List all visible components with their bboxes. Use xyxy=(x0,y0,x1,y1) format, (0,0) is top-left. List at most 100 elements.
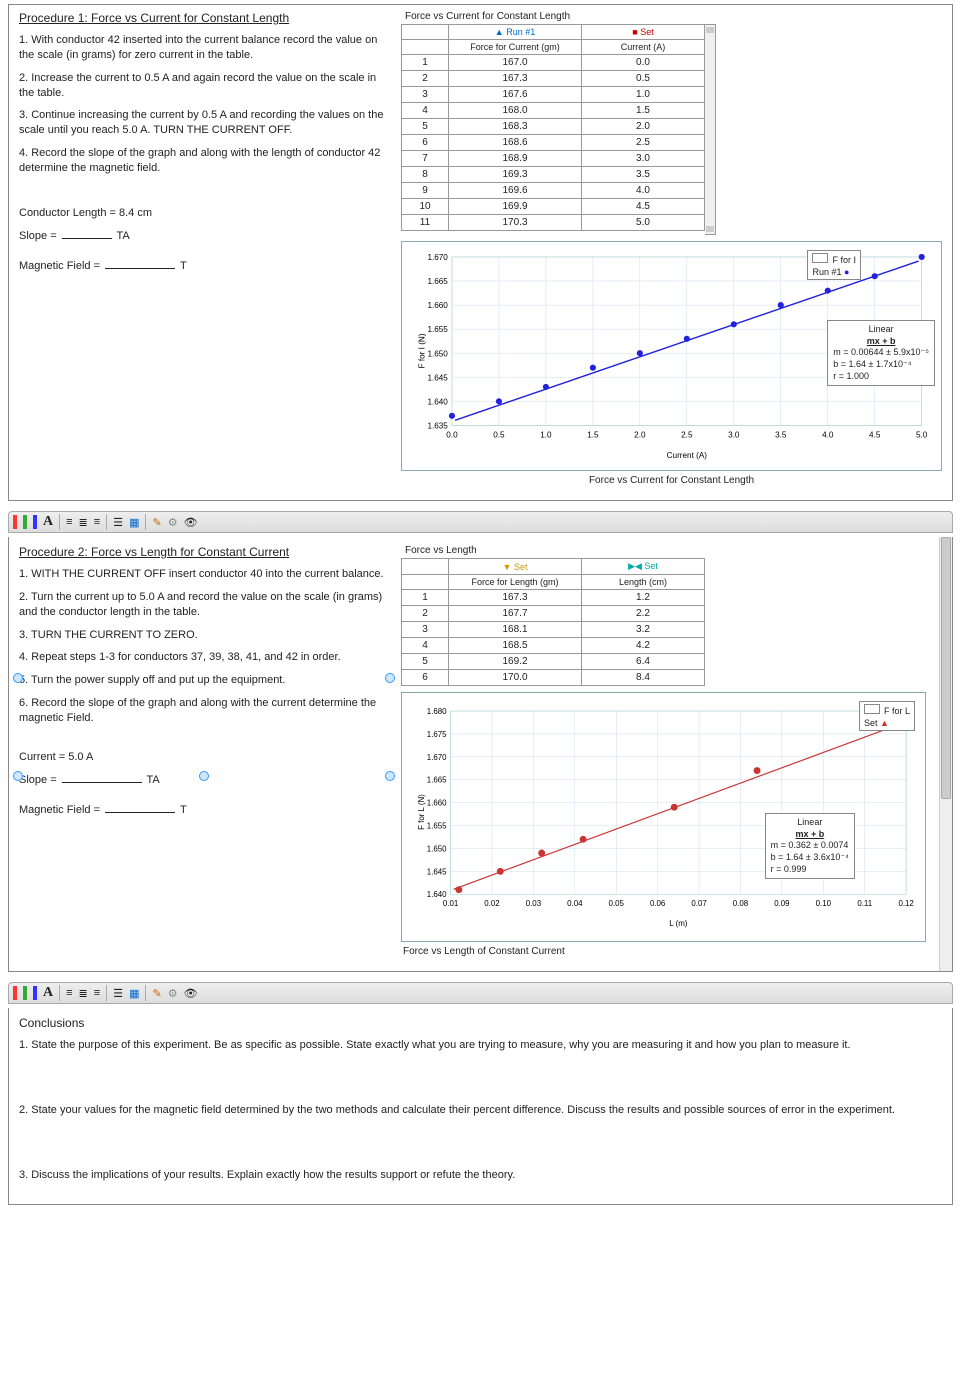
table-cell[interactable]: 10 xyxy=(402,199,449,215)
color-red-icon[interactable] xyxy=(13,515,17,529)
gear-icon[interactable]: ⚙ xyxy=(168,516,178,529)
color-green-icon[interactable] xyxy=(23,986,27,1000)
table-cell[interactable]: 169.3 xyxy=(449,167,582,183)
conclusions-section[interactable]: Conclusions 1. State the purpose of this… xyxy=(8,1008,953,1205)
chart1-legend[interactable]: F for I Run #1 ● xyxy=(807,250,861,280)
table-cell[interactable]: 3.5 xyxy=(582,167,705,183)
table-cell[interactable]: 4 xyxy=(402,103,449,119)
list-icon[interactable]: ☰ xyxy=(113,987,123,1000)
table-cell[interactable]: 8.4 xyxy=(582,670,705,686)
table-cell[interactable]: 169.6 xyxy=(449,183,582,199)
table-cell[interactable]: 168.3 xyxy=(449,119,582,135)
table-cell[interactable]: 2.5 xyxy=(582,135,705,151)
table-cell[interactable]: 2 xyxy=(402,71,449,87)
align-right-icon[interactable]: ≡ xyxy=(94,987,100,999)
table-cell[interactable]: 1 xyxy=(402,55,449,71)
table-cell[interactable]: 1.2 xyxy=(582,590,705,606)
color-blue-icon[interactable] xyxy=(33,986,37,1000)
table-row[interactable]: 2167.72.2 xyxy=(402,606,705,622)
section2-scrollbar[interactable] xyxy=(939,537,952,971)
chart2-fitbox[interactable]: Linear mx + b m = 0.362 ± 0.0074 b = 1.6… xyxy=(765,813,855,879)
table-cell[interactable]: 168.9 xyxy=(449,151,582,167)
table-cell[interactable]: 0.0 xyxy=(582,55,705,71)
align-center-icon[interactable]: ≣ xyxy=(79,987,88,1000)
table-row[interactable]: 5168.32.0 xyxy=(402,119,705,135)
table-cell[interactable]: 7 xyxy=(402,151,449,167)
magfield-blank[interactable] xyxy=(105,268,175,269)
chart2-legend[interactable]: F for L Set ▲ xyxy=(859,701,915,731)
table-cell[interactable]: 3.0 xyxy=(582,151,705,167)
align-center-icon[interactable]: ≣ xyxy=(79,516,88,529)
table-force-length[interactable]: ▼ Set ▶◀ Set Force for Length (gm)Length… xyxy=(401,558,705,686)
table-cell[interactable]: 6 xyxy=(402,670,449,686)
image-icon[interactable]: ▦ xyxy=(129,516,139,529)
table-cell[interactable]: 5 xyxy=(402,119,449,135)
table-cell[interactable]: 168.0 xyxy=(449,103,582,119)
table-cell[interactable]: 4 xyxy=(402,638,449,654)
font-button[interactable]: A xyxy=(43,985,53,1001)
slope-blank[interactable] xyxy=(62,238,112,239)
table-cell[interactable]: 6 xyxy=(402,135,449,151)
table-cell[interactable]: 168.6 xyxy=(449,135,582,151)
table-cell[interactable]: 168.1 xyxy=(449,622,582,638)
selection-handle[interactable] xyxy=(385,673,395,683)
table-cell[interactable]: 3.2 xyxy=(582,622,705,638)
table-row[interactable]: 5169.26.4 xyxy=(402,654,705,670)
table-cell[interactable]: 6.4 xyxy=(582,654,705,670)
table-cell[interactable]: 167.7 xyxy=(449,606,582,622)
color-red-icon[interactable] xyxy=(13,986,17,1000)
table-cell[interactable]: 170.3 xyxy=(449,215,582,231)
table-cell[interactable]: 4.5 xyxy=(582,199,705,215)
table-row[interactable]: 6170.08.4 xyxy=(402,670,705,686)
table-cell[interactable]: 3 xyxy=(402,622,449,638)
table-cell[interactable]: 170.0 xyxy=(449,670,582,686)
magfield-blank[interactable] xyxy=(105,812,175,813)
table-row[interactable]: 8169.33.5 xyxy=(402,167,705,183)
table1-scrollbar[interactable] xyxy=(705,24,716,235)
table-row[interactable]: 3167.61.0 xyxy=(402,87,705,103)
table-cell[interactable]: 168.5 xyxy=(449,638,582,654)
list-icon[interactable]: ☰ xyxy=(113,516,123,529)
table-row[interactable]: 1167.31.2 xyxy=(402,590,705,606)
table-row[interactable]: 10169.94.5 xyxy=(402,199,705,215)
table-cell[interactable]: 1.5 xyxy=(582,103,705,119)
chart-force-current[interactable]: 1.6701.6651.6601.6551.6501.6451.6401.635… xyxy=(401,241,942,471)
table-cell[interactable]: 3 xyxy=(402,87,449,103)
edit-toolbar-2[interactable]: A ≡ ≣ ≡ ☰ ▦ ✎ ⚙ 👁 xyxy=(8,982,953,1004)
slope-blank[interactable] xyxy=(62,782,142,783)
align-left-icon[interactable]: ≡ xyxy=(66,987,72,999)
table-row[interactable]: 7168.93.0 xyxy=(402,151,705,167)
table-cell[interactable]: 4.2 xyxy=(582,638,705,654)
eye-icon[interactable]: 👁 xyxy=(184,987,198,1000)
font-button[interactable]: A xyxy=(43,514,53,530)
table-row[interactable]: 2167.30.5 xyxy=(402,71,705,87)
table-row[interactable]: 9169.64.0 xyxy=(402,183,705,199)
table-cell[interactable]: 5 xyxy=(402,654,449,670)
chart1-fitbox[interactable]: Linear mx + b m = 0.00644 ± 5.9x10⁻⁵ b =… xyxy=(827,320,935,386)
align-right-icon[interactable]: ≡ xyxy=(94,516,100,528)
table-cell[interactable]: 169.9 xyxy=(449,199,582,215)
color-green-icon[interactable] xyxy=(23,515,27,529)
table-cell[interactable]: 0.5 xyxy=(582,71,705,87)
table-row[interactable]: 4168.01.5 xyxy=(402,103,705,119)
table-force-current[interactable]: ▲ Run #1 ■ Set Force for Current (gm)Cur… xyxy=(401,24,705,231)
image-icon[interactable]: ▦ xyxy=(129,987,139,1000)
chart-force-length[interactable]: 1.6801.6751.6701.6651.6601.6551.6501.645… xyxy=(401,692,926,942)
selection-handle[interactable] xyxy=(13,771,23,781)
table-cell[interactable]: 5.0 xyxy=(582,215,705,231)
table-cell[interactable]: 1 xyxy=(402,590,449,606)
align-left-icon[interactable]: ≡ xyxy=(66,516,72,528)
table-cell[interactable]: 2.0 xyxy=(582,119,705,135)
table-cell[interactable]: 167.3 xyxy=(449,71,582,87)
table-cell[interactable]: 2 xyxy=(402,606,449,622)
selection-handle[interactable] xyxy=(199,771,209,781)
color-blue-icon[interactable] xyxy=(33,515,37,529)
table-cell[interactable]: 2.2 xyxy=(582,606,705,622)
table-cell[interactable]: 167.3 xyxy=(449,590,582,606)
table-cell[interactable]: 167.0 xyxy=(449,55,582,71)
table-row[interactable]: 1167.00.0 xyxy=(402,55,705,71)
table-cell[interactable]: 8 xyxy=(402,167,449,183)
pin-icon[interactable]: ✎ xyxy=(152,987,161,1000)
table-cell[interactable]: 11 xyxy=(402,215,449,231)
eye-icon[interactable]: 👁 xyxy=(184,516,198,529)
